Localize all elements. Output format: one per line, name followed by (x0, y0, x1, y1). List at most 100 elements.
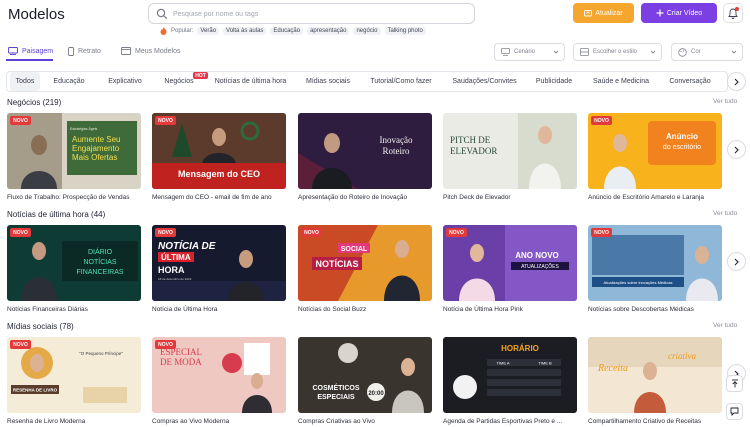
template-title[interactable]: Compras Criativas ao Vivo (298, 418, 375, 425)
thumbnail-text: TIME A (496, 361, 509, 366)
template-thumbnail: COSMÉTICOS ESPECIAIS 20:00 (298, 337, 432, 413)
category-conversation[interactable]: Conversação (663, 72, 717, 91)
template-card[interactable]: Mensagem do CEO NOVO (152, 113, 286, 189)
layers-icon (580, 48, 589, 56)
popular-tag[interactable]: Volta às aulas (223, 27, 267, 35)
chevron-down-icon (650, 50, 656, 54)
phone-icon (68, 46, 74, 56)
template-card[interactable]: DIÁRIO NOTÍCIAS FINANCEIRAS NOVO (7, 225, 141, 301)
template-card[interactable]: PITCH DE ELEVADOR (443, 113, 577, 189)
thumbnail-text: Aumente Seu (72, 135, 120, 144)
template-title[interactable]: Notícia de Última Hora Pink (443, 306, 523, 313)
row-next-button[interactable] (727, 140, 746, 159)
create-video-button[interactable]: Criar Vídeo (641, 3, 717, 23)
thumbnail-text: COSMÉTICOS (312, 383, 359, 392)
template-title[interactable]: Compras ao Vivo Moderna (152, 418, 229, 425)
popular-tag[interactable]: negócio (353, 27, 381, 35)
notifications-button[interactable] (723, 3, 743, 23)
template-card[interactable]: ANO NOVO ATUALIZAÇÕES NOVO (443, 225, 577, 301)
upgrade-icon (584, 10, 593, 17)
search-input[interactable] (173, 6, 463, 22)
tab-landscape[interactable]: Paisagem (8, 42, 53, 60)
thumbnail-text: Atualizações sobre inovações Médicas (604, 280, 673, 285)
page-title: Modelos (8, 6, 65, 23)
popular-tag[interactable]: Talking photo (384, 27, 426, 35)
category-social-media[interactable]: Mídias sociais (302, 72, 354, 91)
template-card[interactable]: HORÁRIO TIME A TIME B (443, 337, 577, 413)
thumbnail-text: RESENHA DE LIVRO (13, 388, 58, 393)
category-breaking-news[interactable]: Notícias de última hora (213, 72, 288, 91)
template-title[interactable]: Anúncio de Escritório Amarelo e Laranja (588, 194, 704, 201)
see-all-link[interactable]: Ver tudo (713, 210, 737, 217)
category-advertising[interactable]: Publicidade (530, 72, 578, 91)
template-thumbnail: Inovação Roteiro (298, 113, 432, 189)
thumbnail-text: ELEVADOR (450, 146, 497, 156)
template-card[interactable]: "O Pequeno Príncipe" RESENHA DE LIVRO NO… (7, 337, 141, 413)
template-title[interactable]: Agenda de Partidas Esportivas Preto e ..… (443, 418, 562, 425)
template-card[interactable]: Atualizações sobre inovações Médicas NOV… (588, 225, 722, 301)
plus-icon (656, 9, 664, 17)
thumbnail-text: PITCH DE (450, 135, 491, 145)
chevron-down-icon (553, 50, 559, 54)
chat-support-button[interactable] (726, 403, 743, 420)
thumbnail-text: HORÁRIO (501, 344, 539, 353)
category-greetings[interactable]: Saudações/Convites (449, 72, 520, 91)
category-all[interactable]: Todos (10, 72, 40, 91)
tab-portrait[interactable]: Retrato (68, 42, 101, 60)
section-title-social-media: Mídias sociais (78) (7, 322, 74, 331)
monitor-icon (8, 47, 18, 55)
template-thumbnail: Receita criativa (588, 337, 722, 413)
popular-tag[interactable]: Verão (197, 27, 220, 35)
template-title[interactable]: Notícias sobre Descobertas Médicas (588, 306, 694, 313)
template-title[interactable]: Mensagem do CEO - email de fim de ano (152, 194, 272, 201)
template-card[interactable]: SOCIAL NOTÍCIAS NOVO (298, 225, 432, 301)
template-card[interactable]: Anúncio do escritório NOVO (588, 113, 722, 189)
template-card[interactable]: Inovação Roteiro (298, 113, 432, 189)
template-title[interactable]: Fluxo de Trabalho: Prospecção de Vendas (7, 194, 130, 201)
palette-icon (678, 47, 687, 57)
template-card[interactable]: Receita criativa (588, 337, 722, 413)
tab-my-templates[interactable]: Meus Modelos (121, 42, 181, 60)
template-title[interactable]: Apresentação do Roteiro de Inovação (298, 194, 407, 201)
see-all-link[interactable]: Ver tudo (713, 322, 737, 329)
thumbnail-text: Mensagem do CEO (178, 169, 260, 179)
template-card[interactable]: COSMÉTICOS ESPECIAIS 20:00 (298, 337, 432, 413)
new-badge: NOVO (446, 228, 467, 237)
color-filter[interactable]: Cor (671, 43, 743, 61)
template-title[interactable]: Notícia de Última Hora (152, 306, 217, 313)
notification-dot (735, 7, 739, 11)
thumbnail-text: NOTÍCIAS (315, 259, 358, 269)
popular-tag[interactable]: Educação (270, 27, 304, 35)
thumbnail-text: Inovação (380, 135, 413, 145)
thumbnail-text: Mais Ofertas (72, 153, 117, 162)
section-title-breaking-news: Notícias de última hora (44) (7, 210, 106, 219)
category-education[interactable]: Educação (49, 72, 89, 91)
scenario-filter[interactable]: Cenário (494, 43, 565, 61)
thumbnail-text: "O Pequeno Príncipe" (79, 351, 123, 356)
new-badge: NOVO (10, 340, 31, 349)
categories-next-button[interactable] (727, 72, 746, 91)
tab-landscape-label: Paisagem (22, 47, 54, 55)
template-card[interactable]: ESPECIAL DE MODA NOVO (152, 337, 286, 413)
create-video-label: Criar Vídeo (666, 9, 703, 17)
template-title[interactable]: Notícias Financeiras Diárias (7, 306, 88, 313)
category-explainer[interactable]: Explicativo (103, 72, 147, 91)
template-title[interactable]: Resenha de Livro Moderna (7, 418, 85, 425)
template-card[interactable]: Estratégias Ágeis Aumente Seu Engajament… (7, 113, 141, 189)
category-tutorial[interactable]: Tutorial/Como fazer (367, 72, 435, 91)
folder-icon (121, 47, 131, 55)
upgrade-button[interactable]: Atualizar (573, 3, 634, 23)
search-box[interactable] (148, 3, 475, 24)
thumbnail-text: FINANCEIRAS (76, 269, 123, 276)
template-card[interactable]: NOTÍCIA DE ÚLTIMA HORA 18 de dezembro de… (152, 225, 286, 301)
style-filter[interactable]: Escolher o estilo (573, 43, 662, 61)
template-title[interactable]: Pitch Deck de Elevador (443, 194, 511, 201)
template-title[interactable]: Notícias do Social Buzz (298, 306, 366, 313)
row-next-button[interactable] (727, 252, 746, 271)
template-title[interactable]: Compartilhamento Criativo de Receitas (588, 418, 701, 425)
popular-tag[interactable]: apresentação (307, 27, 350, 35)
see-all-link[interactable]: Ver tudo (713, 98, 737, 105)
category-health[interactable]: Saúde e Medicina (591, 72, 651, 91)
back-to-top-button[interactable] (726, 375, 743, 392)
fire-icon (160, 27, 167, 35)
